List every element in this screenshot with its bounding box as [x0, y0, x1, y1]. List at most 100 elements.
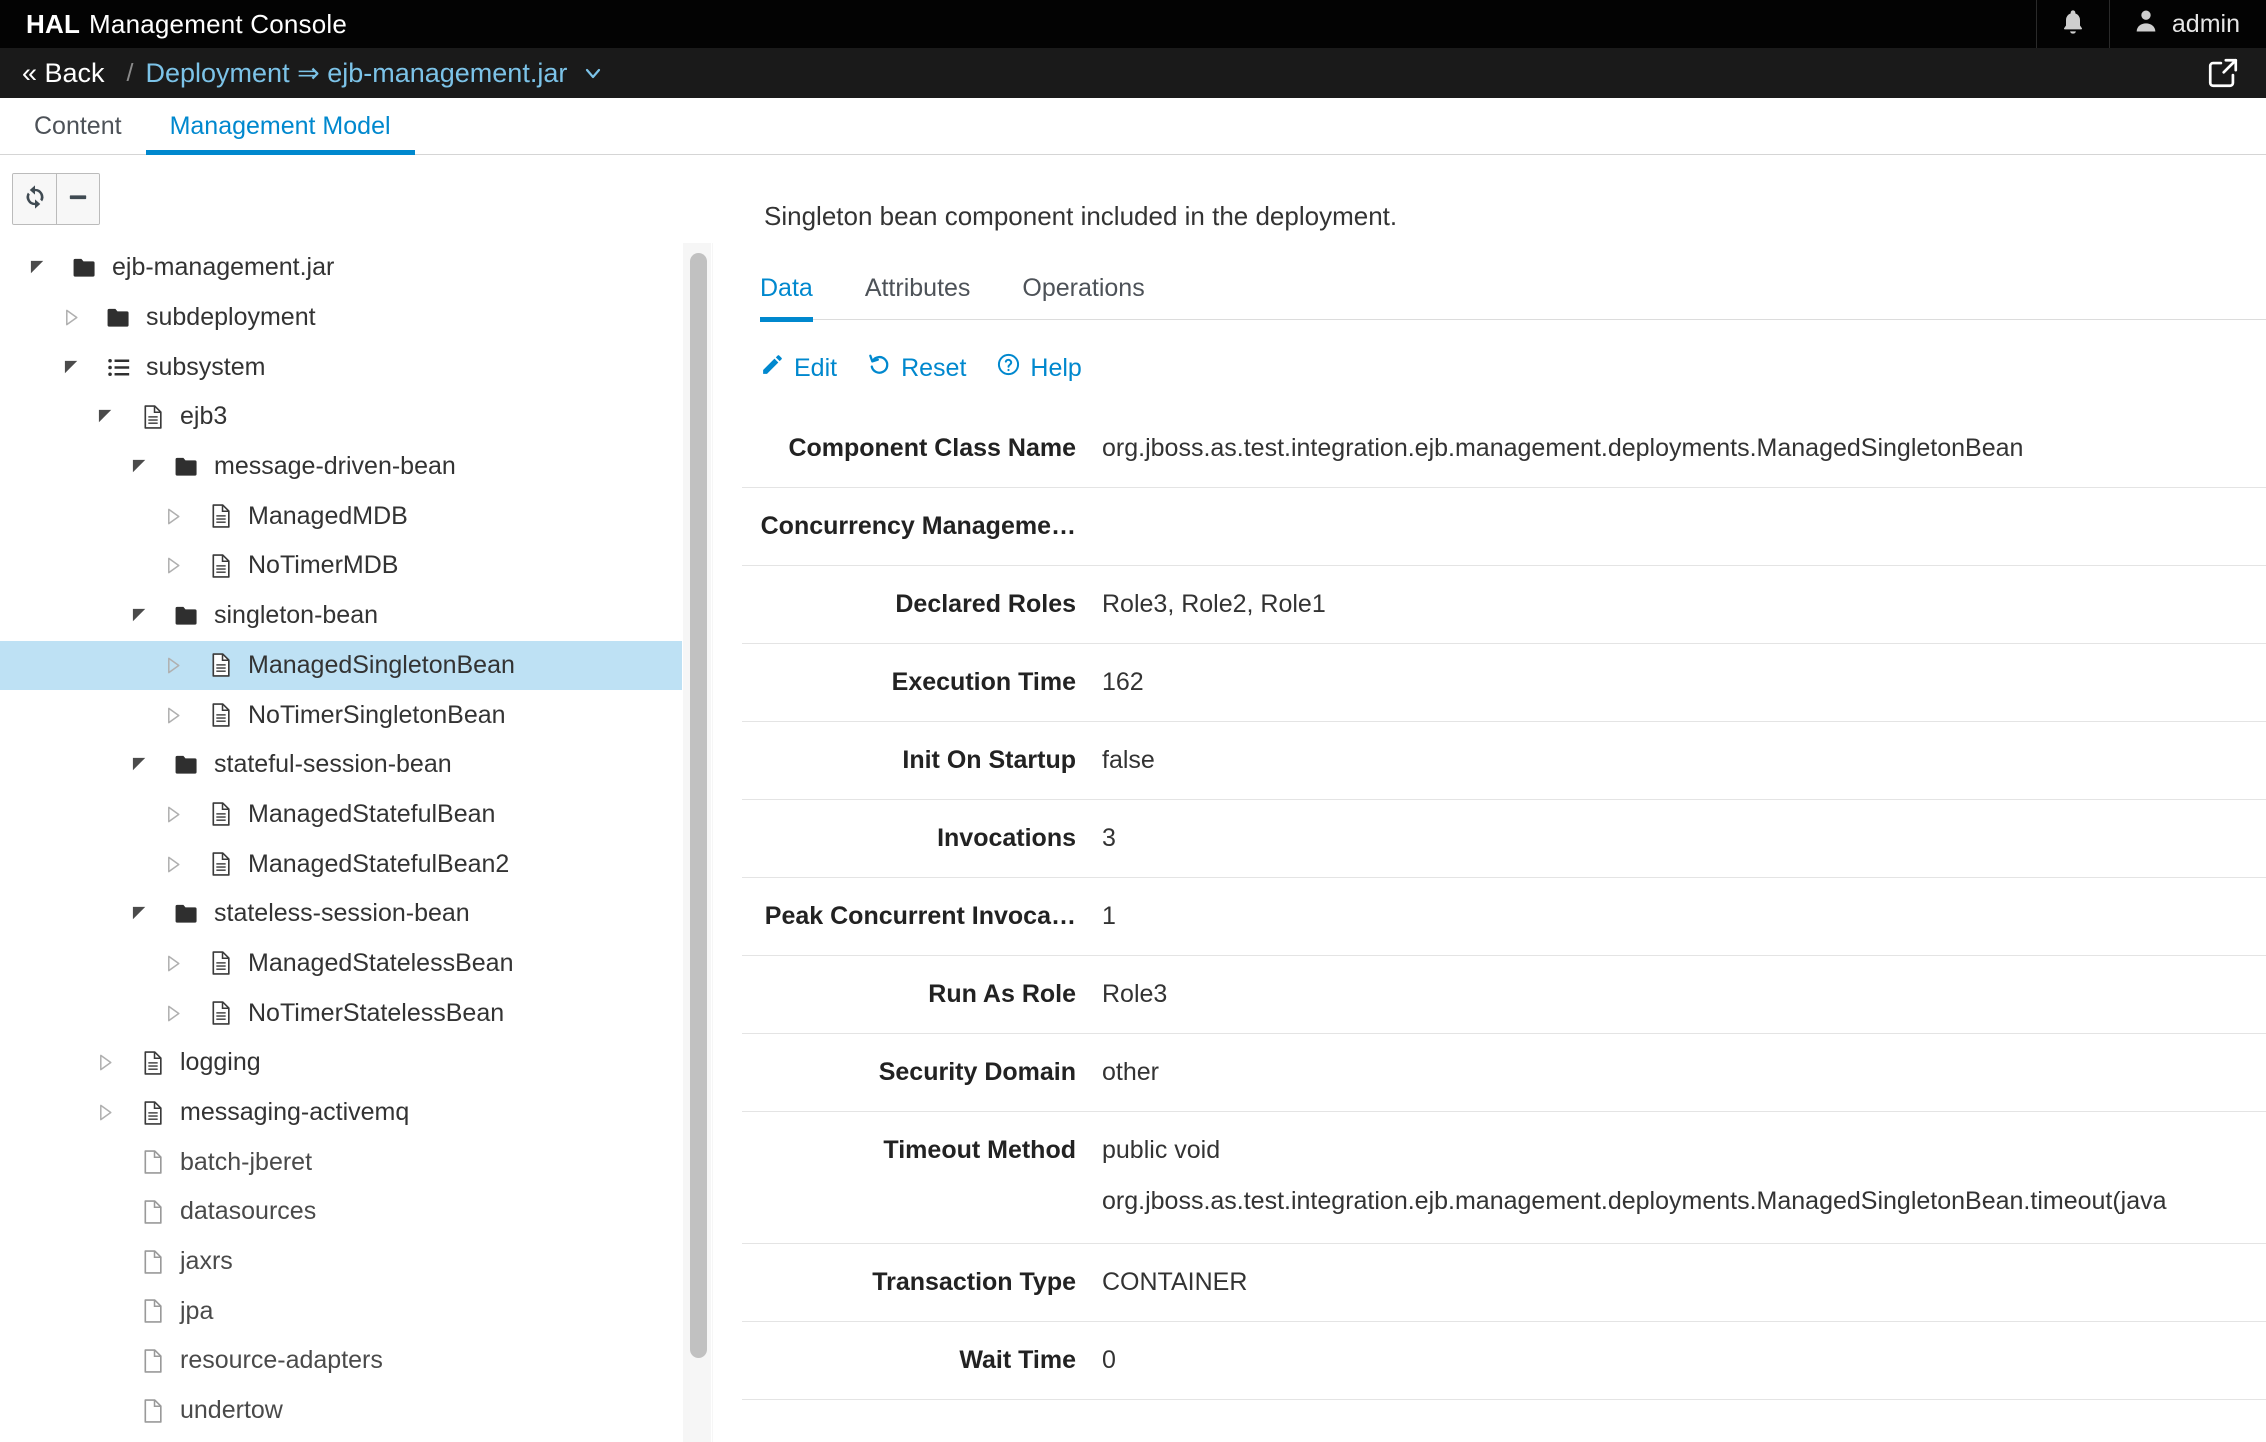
tree-node[interactable]: NoTimerMDB [0, 541, 682, 591]
attribute-name: Invocations [742, 800, 1102, 877]
file-icon [198, 502, 244, 530]
tree-node-label: message-driven-bean [210, 452, 456, 481]
caret-right-icon[interactable] [48, 308, 96, 327]
tree-node[interactable]: logging [0, 1038, 682, 1088]
attribute-value: Role3 [1102, 956, 2266, 1033]
caret-down-icon[interactable] [82, 407, 130, 426]
refresh-button[interactable] [13, 174, 56, 224]
caret-down-icon[interactable] [116, 755, 164, 774]
caret-right-icon[interactable] [150, 507, 198, 526]
back-button[interactable]: « Back [12, 58, 115, 89]
breadcrumb-path-link[interactable]: Deployment ⇒ ejb-management.jar [146, 58, 568, 89]
caret-right-icon[interactable] [82, 1053, 130, 1072]
tree-node[interactable]: undertow [0, 1386, 682, 1436]
detail-toolbar: Edit Reset [760, 352, 2266, 384]
table-row: Invocations3 [742, 800, 2266, 878]
tree-node[interactable]: ejb3 [0, 392, 682, 442]
tree-node[interactable]: ManagedMDB [0, 491, 682, 541]
tree-node-label: ManagedStatelessBean [244, 949, 513, 978]
attribute-name: Declared Roles [742, 566, 1102, 643]
tree-node[interactable]: ManagedSingletonBean [0, 641, 682, 691]
chevron-down-icon[interactable] [581, 61, 605, 85]
tree-node[interactable]: resource-adapters [0, 1336, 682, 1386]
tree-node[interactable]: ManagedStatefulBean2 [0, 839, 682, 889]
tree-node-label: ejb3 [176, 402, 227, 431]
brand-hal: HAL [26, 9, 80, 40]
tree-node[interactable]: messaging-activemq [0, 1088, 682, 1138]
caret-right-icon[interactable] [150, 656, 198, 675]
attribute-value-line: 162 [1102, 668, 2266, 697]
caret-right-icon[interactable] [150, 1004, 198, 1023]
tree-node[interactable]: ejb-management.jar [0, 243, 682, 293]
tree-node[interactable]: stateful-session-bean [0, 740, 682, 790]
tree-node-label: messaging-activemq [176, 1098, 409, 1127]
folder-icon [96, 304, 142, 332]
tree-scrollbar-thumb[interactable] [690, 253, 707, 1358]
tree-scroll-host: ejb-management.jar subdeployment subsystem… [0, 243, 712, 1442]
caret-right-icon[interactable] [150, 805, 198, 824]
detail-tab-bar: Data Attributes Operations [760, 274, 2266, 320]
tree-node[interactable]: stateless-session-bean [0, 889, 682, 939]
breadcrumb-bar: « Back / Deployment ⇒ ejb-management.jar [0, 48, 2266, 98]
tree-node[interactable]: jaxrs [0, 1237, 682, 1287]
tab-content[interactable]: Content [10, 98, 146, 154]
caret-right-icon[interactable] [150, 855, 198, 874]
folder-icon [164, 751, 210, 779]
tree-node[interactable]: jpa [0, 1286, 682, 1336]
reset-button[interactable]: Reset [867, 352, 966, 384]
attribute-value: org.jboss.as.test.integration.ejb.manage… [1102, 410, 2266, 487]
table-row: Transaction TypeCONTAINER [742, 1244, 2266, 1322]
edit-button[interactable]: Edit [760, 352, 837, 384]
user-icon [2132, 6, 2160, 43]
attribute-value: 162 [1102, 644, 2266, 721]
file-icon [198, 850, 244, 878]
table-row: Execution Time162 [742, 644, 2266, 722]
external-link-icon[interactable] [2206, 56, 2240, 90]
tree-node[interactable]: batch-jberet [0, 1137, 682, 1187]
file-icon [130, 1049, 176, 1077]
help-button[interactable]: Help [996, 352, 1081, 384]
tab-data-label: Data [760, 274, 813, 302]
tree-node[interactable]: subdeployment [0, 293, 682, 343]
bell-icon [2059, 7, 2087, 42]
tree-node[interactable]: datasources [0, 1187, 682, 1237]
tree-node[interactable]: subsystem [0, 342, 682, 392]
minus-icon [64, 183, 92, 216]
caret-down-icon[interactable] [116, 457, 164, 476]
file-icon [198, 800, 244, 828]
tab-attributes[interactable]: Attributes [839, 274, 997, 319]
attributes-table: Component Class Nameorg.jboss.as.test.in… [712, 410, 2266, 1400]
caret-down-icon[interactable] [14, 258, 62, 277]
attribute-value: 0 [1102, 1322, 2266, 1399]
tree-node[interactable]: NoTimerStatelessBean [0, 988, 682, 1038]
tree-node[interactable]: message-driven-bean [0, 442, 682, 492]
caret-right-icon[interactable] [150, 954, 198, 973]
notifications-button[interactable] [2036, 0, 2109, 48]
tree-node[interactable]: NoTimerSingletonBean [0, 690, 682, 740]
caret-right-icon[interactable] [82, 1103, 130, 1122]
file-icon [198, 552, 244, 580]
attribute-value: CONTAINER [1102, 1244, 2266, 1321]
tree-node[interactable]: singleton-bean [0, 591, 682, 641]
collapse-all-button[interactable] [56, 174, 99, 224]
attribute-value-line: CONTAINER [1102, 1268, 2266, 1297]
tree-node[interactable]: ManagedStatelessBean [0, 939, 682, 989]
tab-management-model[interactable]: Management Model [146, 98, 415, 154]
tab-data[interactable]: Data [760, 274, 839, 319]
attribute-name: Init On Startup [742, 722, 1102, 799]
user-menu[interactable]: admin [2109, 0, 2266, 48]
caret-right-icon[interactable] [150, 556, 198, 575]
folder-icon [62, 254, 108, 282]
tab-operations[interactable]: Operations [996, 274, 1170, 319]
tree-node[interactable]: ManagedStatefulBean [0, 790, 682, 840]
attribute-name: Timeout Method [742, 1112, 1102, 1189]
caret-down-icon[interactable] [48, 358, 96, 377]
file-icon [198, 701, 244, 729]
caret-down-icon[interactable] [116, 904, 164, 923]
caret-right-icon[interactable] [150, 706, 198, 725]
empty-file-icon [130, 1397, 176, 1425]
table-row: Declared RolesRole3, Role2, Role1 [742, 566, 2266, 644]
tree-node-label: jpa [176, 1297, 213, 1326]
tree-node-label: subdeployment [142, 303, 316, 332]
caret-down-icon[interactable] [116, 606, 164, 625]
